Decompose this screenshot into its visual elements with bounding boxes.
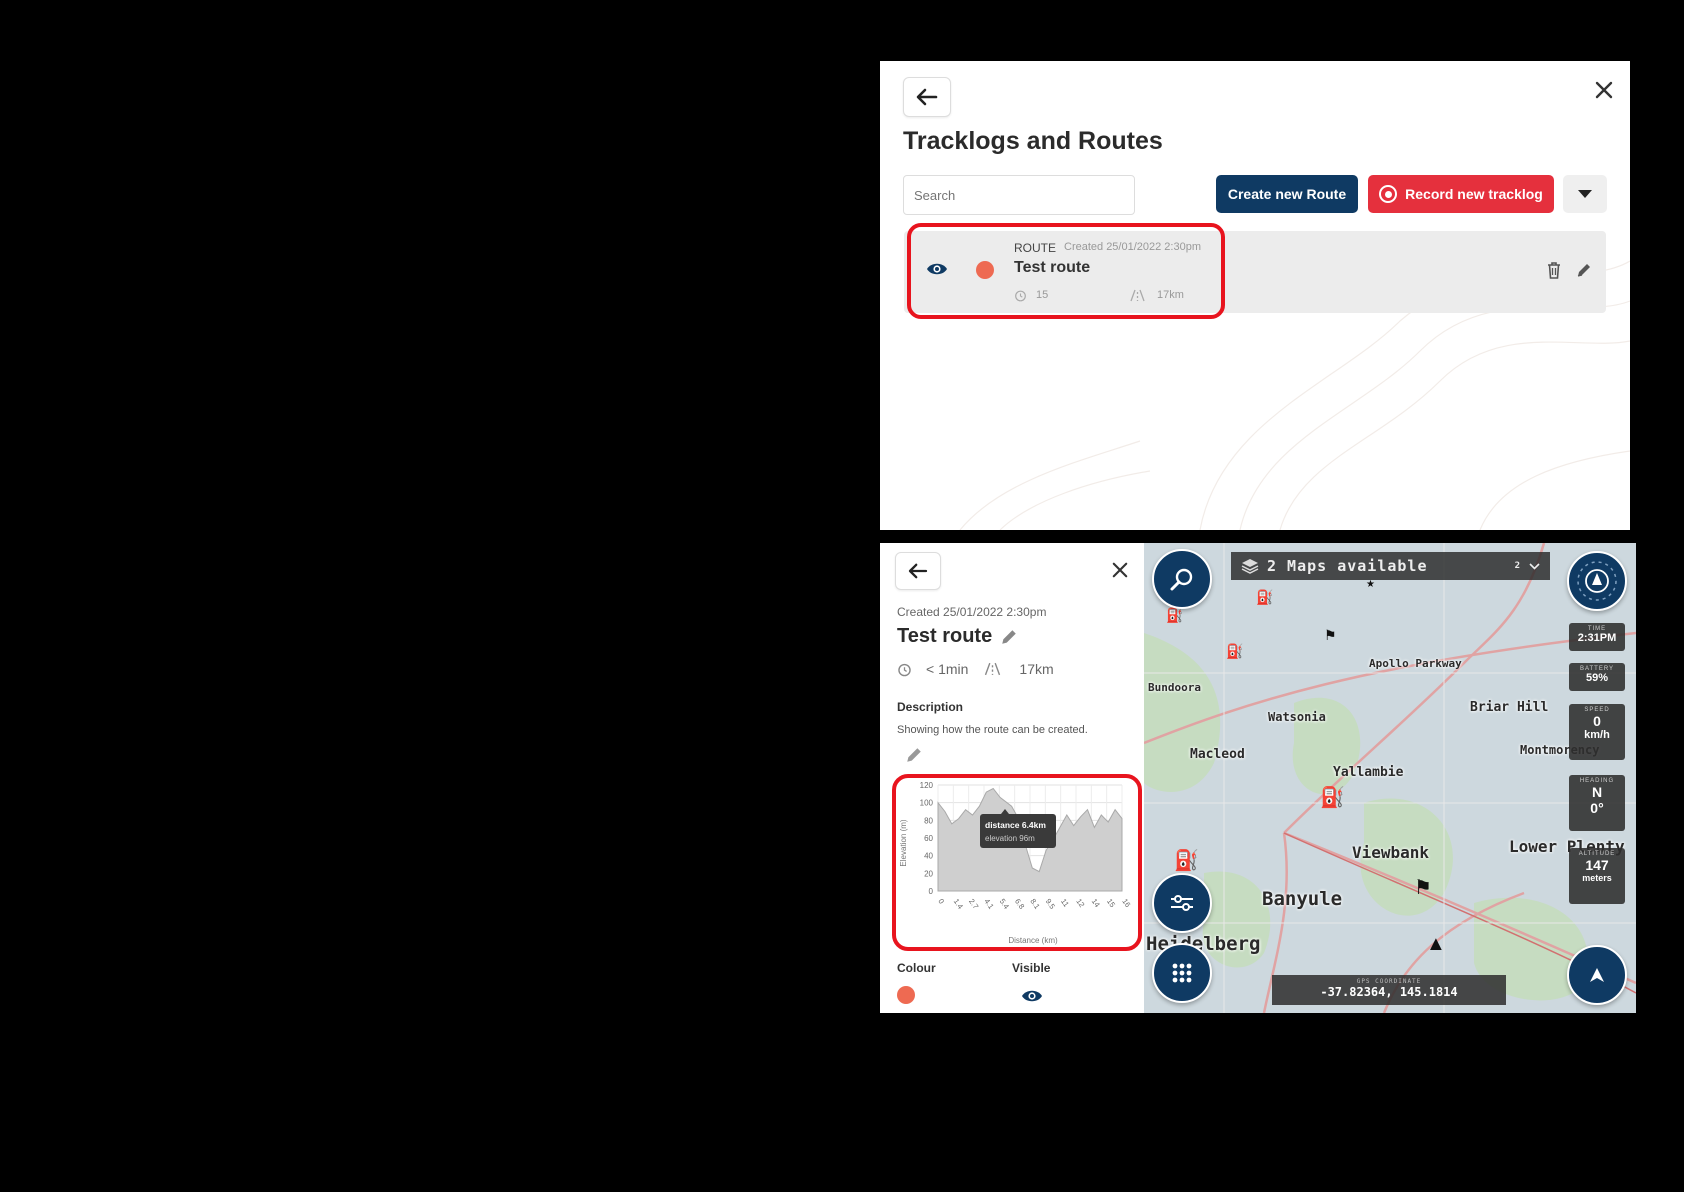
heading-tile: HEADING N 0° <box>1569 775 1625 831</box>
apps-menu-button[interactable] <box>1152 943 1212 1003</box>
star-icon: ★ <box>1366 579 1375 590</box>
back-button[interactable] <box>895 552 941 590</box>
gps-coordinate-bar: GPS COORDINATE -37.82364, 145.1814 <box>1272 975 1506 1005</box>
search-input[interactable] <box>903 175 1135 215</box>
route-title: Test route <box>897 625 993 647</box>
map-filter-button[interactable] <box>1152 873 1212 933</box>
binoculars-icon: ⚑ <box>1414 877 1432 899</box>
description-heading: Description <box>897 700 964 714</box>
fuel-station-icon: ⛽ <box>1320 787 1345 809</box>
place-label: Watsonia <box>1268 710 1326 724</box>
map-search-button[interactable] <box>1152 549 1212 609</box>
altitude-label: ALTITUDE <box>1578 851 1616 857</box>
compass-button[interactable] <box>1567 551 1627 611</box>
close-icon[interactable] <box>1112 562 1128 578</box>
binoculars-icon: ⚑ <box>1324 627 1337 643</box>
record-icon <box>1379 185 1398 203</box>
arrow-left-icon <box>916 88 938 106</box>
fuel-station-icon: ⛽ <box>1174 850 1199 872</box>
search-icon <box>1170 568 1193 591</box>
speed-unit: km/h <box>1584 729 1610 741</box>
colour-heading: Colour <box>897 961 936 975</box>
grid-icon <box>1172 963 1192 983</box>
close-button[interactable] <box>1595 77 1613 103</box>
eye-icon[interactable] <box>1021 989 1043 1003</box>
time-label: TIME <box>1587 626 1607 632</box>
record-tracklog-button[interactable]: Record new tracklog <box>1368 175 1554 213</box>
time-value: 2:31PM <box>1577 632 1617 644</box>
compass-icon <box>1577 561 1617 601</box>
edit-pencil-icon[interactable] <box>1576 262 1592 278</box>
back-button[interactable] <box>903 77 951 117</box>
page-title: Tracklogs and Routes <box>903 127 1163 155</box>
trash-icon[interactable] <box>1547 262 1561 279</box>
landmark-icon: ▲ <box>1426 933 1446 955</box>
place-label: Yallambie <box>1333 765 1404 780</box>
speed-tile: SPEED 0 km/h <box>1569 704 1625 760</box>
road-distance-icon <box>985 662 1001 676</box>
description-text: Showing how the route can be created. <box>897 724 1088 736</box>
route-distance: 17km <box>1019 661 1054 677</box>
speed-value: 0 <box>1593 713 1601 729</box>
maps-available-label: 2 Maps available <box>1267 557 1428 575</box>
colour-swatch[interactable] <box>897 986 915 1004</box>
highlight-outline <box>907 223 1225 319</box>
heading-direction: N <box>1591 784 1603 800</box>
alarm-clock-icon <box>898 663 911 676</box>
tracklogs-panel: Tracklogs and Routes Create new Route Re… <box>880 61 1630 530</box>
battery-value: 59% <box>1585 672 1609 684</box>
place-label: Macleod <box>1190 747 1245 762</box>
created-date: Created 25/01/2022 2:30pm <box>897 605 1047 619</box>
map-view[interactable]: Bundoora Apollo Parkway Watsonia Briar H… <box>1144 543 1636 1013</box>
visible-heading: Visible <box>1012 961 1051 975</box>
navigation-arrow-icon <box>1590 968 1604 982</box>
time-tile: TIME 2:31PM <box>1569 623 1625 651</box>
heading-label: HEADING <box>1579 778 1615 784</box>
altitude-unit: meters <box>1582 873 1612 883</box>
fuel-station-icon: ⛽ <box>1226 643 1244 659</box>
highlight-outline <box>892 774 1142 951</box>
speed-label: SPEED <box>1584 707 1610 713</box>
battery-tile: BATTERY 59% <box>1569 663 1625 691</box>
route-stats: < 1min 17km <box>897 661 1054 677</box>
dropdown-button[interactable] <box>1563 175 1607 213</box>
arrow-left-icon <box>908 563 928 579</box>
heading-degrees: 0° <box>1590 800 1604 816</box>
gps-coordinate-label: GPS COORDINATE <box>1356 978 1422 985</box>
chevron-down-icon <box>1529 562 1540 570</box>
close-icon <box>1595 81 1613 99</box>
place-label: Briar Hill <box>1470 700 1549 715</box>
edit-pencil-icon[interactable] <box>1000 628 1018 646</box>
layers-icon <box>1241 559 1259 574</box>
recenter-location-button[interactable] <box>1567 945 1627 1005</box>
maps-count-badge: 2 <box>1514 561 1521 571</box>
fuel-station-icon: ⛽ <box>1256 589 1274 605</box>
route-detail-panel: Created 25/01/2022 2:30pm Test route < 1… <box>880 543 1144 1013</box>
place-label: Bundoora <box>1148 681 1201 694</box>
altitude-tile: ALTITUDE 147 meters <box>1569 848 1625 904</box>
maps-available-selector[interactable]: 2 Maps available 2 <box>1231 552 1550 580</box>
edit-description-icon[interactable] <box>905 746 923 764</box>
altitude-value: 147 <box>1585 857 1609 873</box>
create-route-button[interactable]: Create new Route <box>1216 175 1358 213</box>
sliders-icon <box>1171 895 1193 911</box>
chevron-down-icon <box>1578 190 1592 198</box>
battery-label: BATTERY <box>1579 666 1615 672</box>
record-tracklog-label: Record new tracklog <box>1405 186 1543 202</box>
route-duration: < 1min <box>926 661 969 677</box>
fuel-station-icon: ⛽ <box>1166 607 1184 623</box>
place-label: Banyule <box>1262 888 1343 910</box>
place-label: Viewbank <box>1352 843 1430 862</box>
gps-coordinate-value: -37.82364, 145.1814 <box>1320 985 1458 999</box>
place-label: Apollo Parkway <box>1369 657 1462 670</box>
